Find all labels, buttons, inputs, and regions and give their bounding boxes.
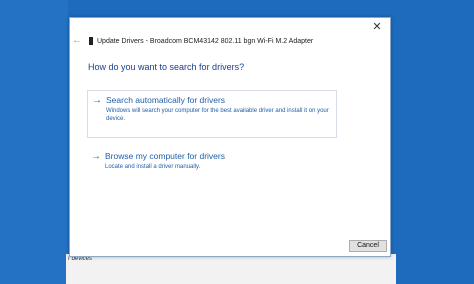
option-description: Locate and install a driver manually.: [105, 164, 201, 170]
close-icon[interactable]: ✕: [370, 20, 384, 34]
desktop-background: [0, 0, 68, 284]
update-drivers-dialog: ✕ ← Update Drivers - Broadcom BCM43142 8…: [69, 17, 391, 257]
arrow-right-icon: →: [92, 95, 102, 106]
back-arrow-icon[interactable]: ←: [72, 35, 82, 47]
search-automatically-option[interactable]: → Search automatically for drivers Windo…: [87, 90, 337, 138]
page-heading: How do you want to search for drivers?: [88, 62, 245, 72]
device-manager-window-behind: r devices: [66, 254, 396, 284]
device-icon: [89, 37, 93, 45]
arrow-right-icon: →: [91, 151, 101, 162]
browse-computer-option[interactable]: → Browse my computer for drivers Locate …: [87, 147, 337, 177]
cancel-button[interactable]: Cancel: [349, 240, 387, 252]
option-description: Windows will search your computer for th…: [106, 108, 329, 122]
dialog-title-text: Update Drivers - Broadcom BCM43142 802.1…: [97, 37, 314, 45]
dialog-title: Update Drivers - Broadcom BCM43142 802.1…: [89, 35, 313, 47]
option-title: Browse my computer for drivers: [105, 151, 225, 161]
option-title: Search automatically for drivers: [106, 95, 226, 105]
